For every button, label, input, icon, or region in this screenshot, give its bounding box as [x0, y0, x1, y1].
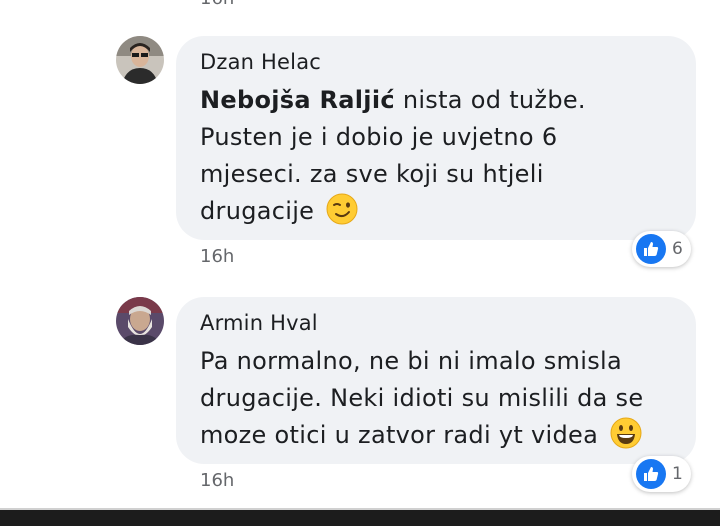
comment-text: Pa normalno, ne bi ni imalo smisla druga… [200, 343, 670, 454]
reaction-summary[interactable]: 6 [632, 231, 691, 267]
comment-text-line: Pa normalno, ne bi ni imalo smisla [200, 347, 622, 375]
winking-face-emoji [326, 193, 358, 225]
mention-link[interactable]: Nebojša Raljić [200, 86, 395, 114]
avatar[interactable] [116, 297, 164, 345]
comment-text: Nebojša Raljić nista od tužbe. Pusten je… [200, 82, 670, 230]
like-icon [636, 234, 666, 264]
comment-timestamp[interactable]: 16h [200, 246, 234, 267]
avatar[interactable] [116, 36, 164, 84]
comment-author[interactable]: Dzan Helac [200, 50, 321, 74]
reaction-count: 1 [672, 464, 683, 484]
comment-author[interactable]: Armin Hval [200, 311, 318, 335]
comment-text-line: moze otici u zatvor radi yt videa [200, 421, 599, 449]
grinning-face-emoji [610, 417, 642, 449]
comment-timestamp[interactable]: 16h [200, 470, 234, 491]
reaction-count: 6 [672, 239, 683, 259]
avatar-photo [116, 297, 164, 345]
comment-text-line: drugacije [200, 197, 315, 225]
reaction-summary[interactable]: 1 [632, 456, 691, 492]
avatar-photo [116, 36, 164, 84]
comment-text-line: mjeseci. za sve koji su htjeli [200, 160, 544, 188]
comment-text-line: nista od tužbe. [394, 86, 586, 114]
divider [0, 508, 720, 510]
like-icon [636, 459, 666, 489]
previous-comment-timestamp[interactable]: 16h [200, 0, 234, 9]
comment-bubble: Armin Hval Pa normalno, ne bi ni imalo s… [176, 297, 696, 464]
comment-text-line: Pusten je i dobio je uvjetno 6 [200, 123, 558, 151]
bottom-bar [0, 508, 720, 526]
comment-bubble: Dzan Helac Nebojša Raljić nista od tužbe… [176, 36, 696, 240]
comment-text-line: drugacije. Neki idioti su mislili da se [200, 384, 644, 412]
